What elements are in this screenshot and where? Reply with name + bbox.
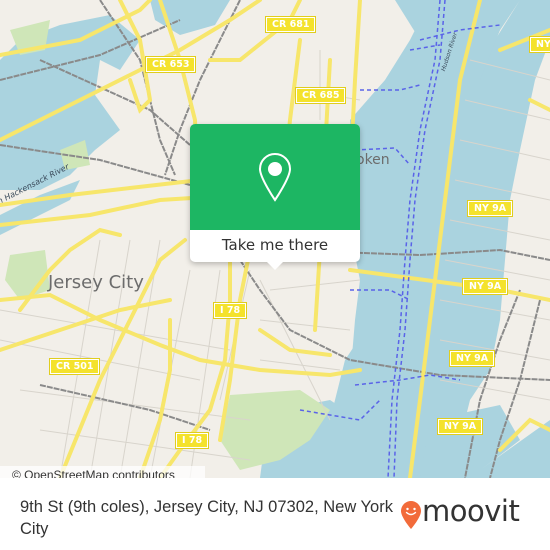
road-shield-ny9a-3: NY 9A bbox=[448, 350, 496, 367]
moovit-wordmark: moovit bbox=[422, 494, 520, 528]
map-attribution[interactable]: © OpenStreetMap contributors bbox=[0, 466, 205, 478]
popup-header bbox=[190, 124, 360, 230]
road-shield-cr685: CR 685 bbox=[294, 87, 347, 104]
popup-pointer bbox=[267, 262, 283, 270]
moovit-logo[interactable]: moovit bbox=[400, 494, 540, 529]
moovit-pin-icon bbox=[401, 501, 421, 529]
road-shield-cr653: CR 653 bbox=[144, 56, 197, 73]
lincoln-park bbox=[5, 250, 50, 300]
place-label-jersey-city: Jersey City bbox=[48, 272, 144, 293]
road-shield-cr501: CR 501 bbox=[48, 358, 101, 375]
road-shield-ny9a-top: NY 9A bbox=[528, 36, 550, 53]
road-shield-ny9a-4: NY 9A bbox=[436, 418, 484, 435]
road-shield-i78-north: I 78 bbox=[212, 302, 248, 319]
address-text: 9th St (9th coles), Jersey City, NJ 0730… bbox=[20, 498, 393, 538]
road-shield-i78-south: I 78 bbox=[174, 432, 210, 449]
road-shield-cr681: CR 681 bbox=[264, 16, 317, 33]
road-shield-ny9a-2: NY 9A bbox=[461, 278, 509, 295]
map-pin-icon bbox=[258, 152, 292, 202]
take-me-there-button[interactable]: Take me there bbox=[190, 230, 360, 262]
road-shield-ny9a-1: NY 9A bbox=[466, 200, 514, 217]
location-popup: Take me there bbox=[190, 124, 360, 270]
place-label-hoboken: oken bbox=[356, 152, 390, 168]
